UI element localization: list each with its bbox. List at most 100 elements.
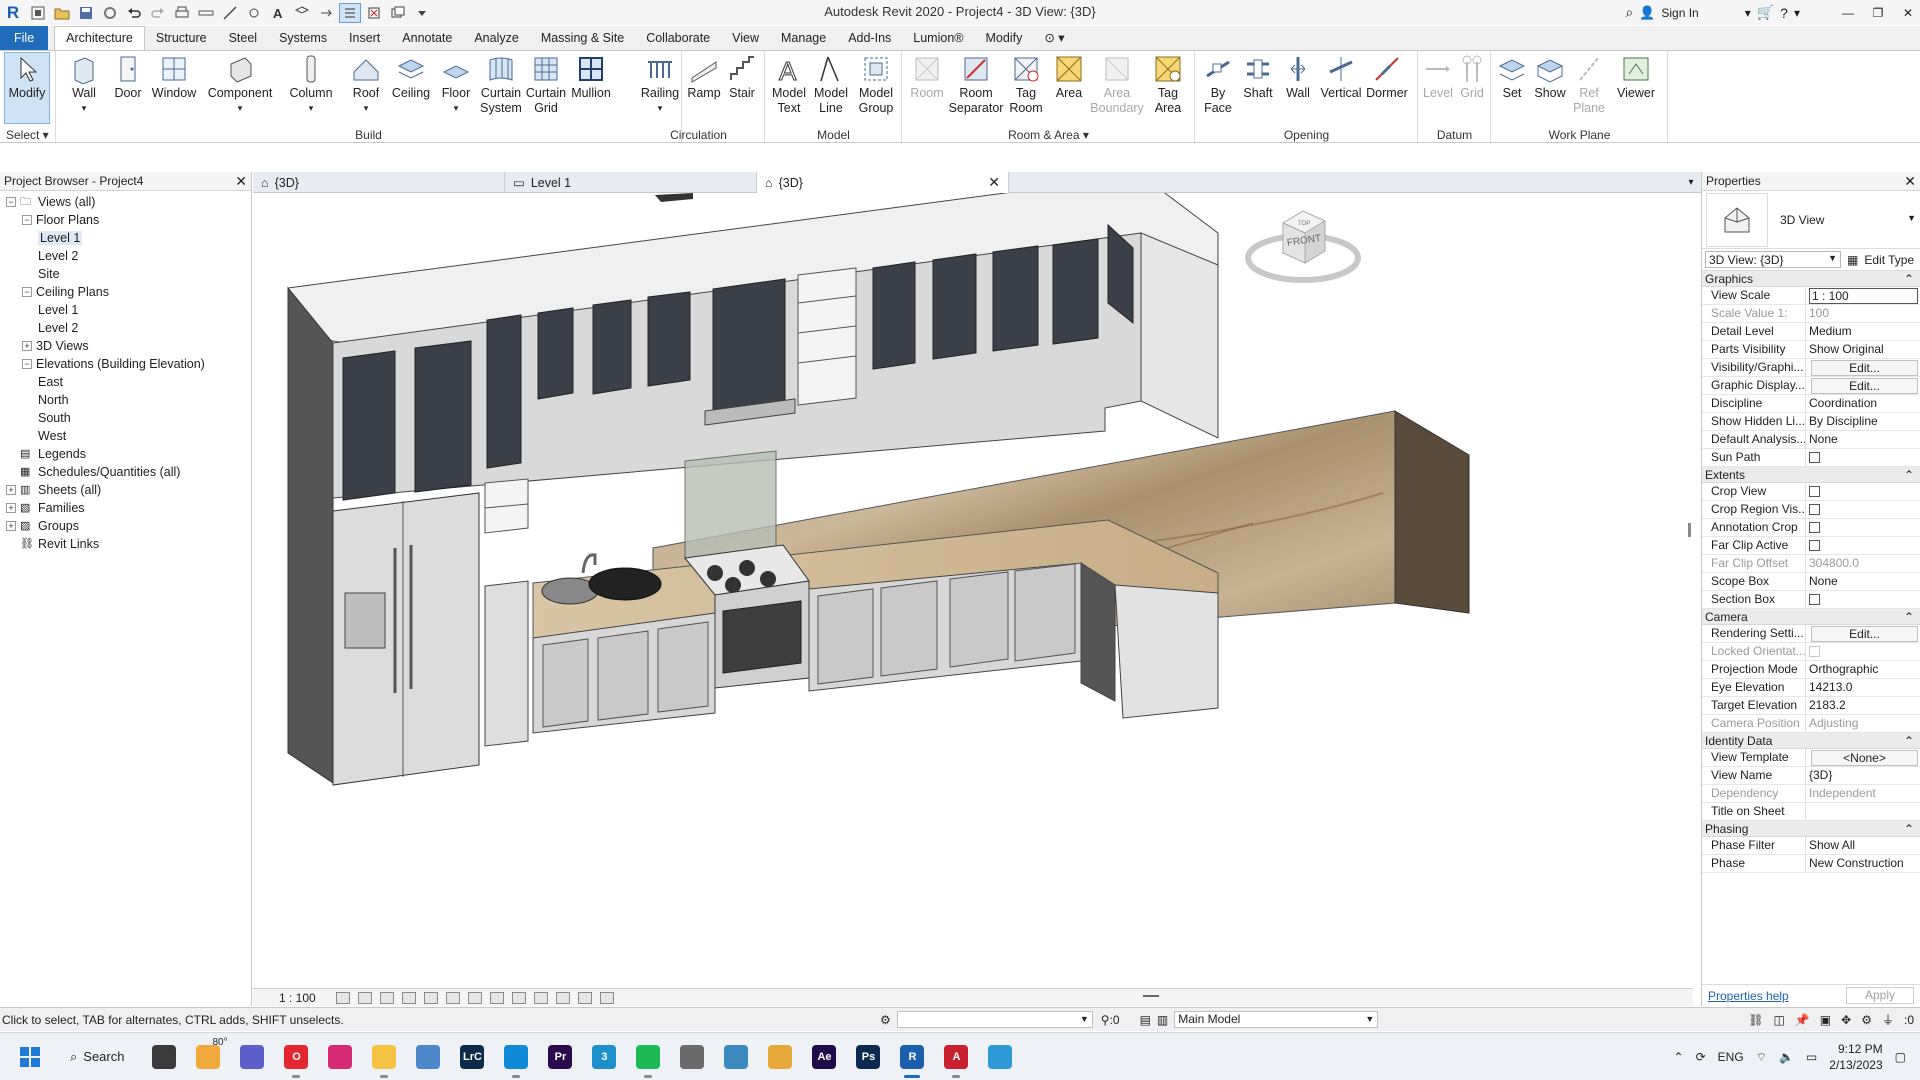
property-value[interactable]: None: [1806, 573, 1920, 590]
customize-qat-icon[interactable]: [411, 3, 433, 23]
room-separator-button[interactable]: Room Separator: [949, 53, 1003, 116]
ref-plane-button[interactable]: Ref Plane: [1570, 53, 1608, 116]
battery-icon[interactable]: ▭: [1806, 1050, 1817, 1064]
tag-area-button[interactable]: Tag Area: [1145, 53, 1191, 116]
property-checkbox[interactable]: [1809, 504, 1820, 515]
analytical-model-icon[interactable]: [555, 991, 570, 1004]
tab-lumion[interactable]: Lumion®: [902, 26, 974, 50]
select-links-icon[interactable]: ⛓: [1748, 1013, 1763, 1027]
grid-button[interactable]: Grid: [1455, 53, 1489, 101]
shadows-icon[interactable]: [401, 991, 416, 1004]
wifi-icon[interactable]: ⌔: [1756, 1050, 1767, 1065]
door-button[interactable]: Door: [108, 53, 148, 101]
user-icon[interactable]: 👤: [1639, 5, 1655, 21]
vertical-button[interactable]: Vertical: [1318, 53, 1364, 101]
volume-icon[interactable]: 🔈: [1779, 1050, 1794, 1064]
tree-item[interactable]: − Ceiling Plans: [0, 283, 251, 301]
property-value[interactable]: Show Original: [1806, 341, 1920, 358]
tab-annotate[interactable]: Annotate: [391, 26, 463, 50]
set-button[interactable]: Set: [1494, 53, 1530, 101]
tree-item[interactable]: +3D Views: [0, 337, 251, 355]
close-hidden-windows-icon[interactable]: [363, 3, 385, 23]
crop-view-icon[interactable]: [445, 991, 460, 1004]
viewer-button[interactable]: Viewer: [1608, 53, 1664, 101]
property-checkbox[interactable]: [1809, 540, 1820, 551]
after-effects-taskbar-icon[interactable]: Ae: [806, 1039, 842, 1075]
filter-icon[interactable]: ⚲: [1101, 1013, 1110, 1027]
temporary-hide-icon[interactable]: [511, 991, 526, 1004]
tab-massing-site[interactable]: Massing & Site: [530, 26, 635, 50]
app-a-taskbar-icon[interactable]: [674, 1039, 710, 1075]
revit-taskbar-icon[interactable]: R: [894, 1039, 930, 1078]
workset-dropdown[interactable]: ▼: [896, 1011, 1093, 1028]
view-scale-control[interactable]: 1 : 100: [279, 991, 316, 1005]
weather-taskbar-icon[interactable]: 80°: [190, 1037, 228, 1075]
save-icon[interactable]: [75, 3, 97, 23]
worksets-icon[interactable]: ⚙: [880, 1013, 891, 1027]
highlight-displacement-icon[interactable]: [577, 991, 592, 1004]
collapse-icon[interactable]: ⌃: [1904, 822, 1914, 836]
curtain-grid-button[interactable]: Curtain Grid: [524, 53, 568, 116]
rendering-icon[interactable]: [423, 991, 438, 1004]
app-3-taskbar-icon[interactable]: 3: [586, 1039, 622, 1075]
type-selector[interactable]: 3D View ▼: [1702, 191, 1920, 249]
tab-file[interactable]: File: [0, 26, 49, 50]
drag-on-selection-icon[interactable]: ✥: [1841, 1013, 1851, 1027]
tree-item[interactable]: Level 2: [0, 319, 251, 337]
expand-icon[interactable]: +: [6, 503, 16, 513]
undo-icon[interactable]: [123, 3, 145, 23]
chevron-down-icon[interactable]: ▾: [1745, 6, 1751, 20]
tab-overflow-icon[interactable]: ▾: [1681, 172, 1701, 192]
property-value[interactable]: {3D}: [1806, 767, 1920, 784]
property-value[interactable]: Coordination: [1806, 395, 1920, 412]
room-button[interactable]: Room: [905, 53, 949, 101]
by-face-button[interactable]: By Face: [1198, 53, 1238, 116]
collapse-icon[interactable]: −: [22, 215, 32, 225]
show-constraints-icon[interactable]: [599, 991, 614, 1004]
area-boundary-button[interactable]: Area Boundary: [1089, 53, 1145, 116]
home-icon[interactable]: [27, 3, 49, 23]
roof-button[interactable]: Roof ▾: [346, 53, 386, 116]
background-processes-icon[interactable]: ⚙: [1861, 1013, 1872, 1027]
expand-icon[interactable]: +: [6, 521, 16, 531]
teams-taskbar-icon[interactable]: [234, 1039, 270, 1075]
chevron-up-icon[interactable]: ⌃: [1674, 1050, 1684, 1064]
viewcube-top-face[interactable]: TOP: [1298, 221, 1310, 227]
edit-type-button[interactable]: Edit Type: [1864, 253, 1914, 267]
tree-item[interactable]: North: [0, 391, 251, 409]
instance-selector[interactable]: 3D View: {3D} ▼: [1705, 251, 1841, 268]
tree-item[interactable]: East: [0, 373, 251, 391]
tree-item[interactable]: − Floor Plans: [0, 211, 251, 229]
default-3d-view-icon[interactable]: [291, 3, 313, 23]
instagram-taskbar-icon[interactable]: [322, 1039, 358, 1075]
photos-taskbar-icon[interactable]: [410, 1039, 446, 1075]
collapse-icon[interactable]: −: [22, 359, 32, 369]
property-value[interactable]: Edit...: [1806, 377, 1920, 394]
property-value[interactable]: Medium: [1806, 323, 1920, 340]
property-value[interactable]: 14213.0: [1806, 679, 1920, 696]
close-icon[interactable]: ✕: [235, 173, 247, 190]
tree-item[interactable]: + ▥ Sheets (all): [0, 481, 251, 499]
help-icon[interactable]: ?: [1780, 5, 1788, 21]
close-tab-icon[interactable]: ✕: [988, 174, 1000, 191]
text-icon[interactable]: A: [267, 3, 289, 23]
window-button[interactable]: Window: [148, 53, 200, 101]
sync-icon[interactable]: [99, 3, 121, 23]
measure-icon[interactable]: [195, 3, 217, 23]
tree-item[interactable]: + ▧ Families: [0, 499, 251, 517]
railing-button[interactable]: Railing ▾: [637, 53, 683, 116]
tag-icon[interactable]: [243, 3, 265, 23]
expand-icon[interactable]: +: [22, 341, 32, 351]
reveal-hidden-icon[interactable]: [533, 991, 548, 1004]
floor-button[interactable]: Floor ▾: [436, 53, 476, 116]
tree-item[interactable]: ▤ Legends: [0, 445, 251, 463]
filter-funnel-icon[interactable]: ⏚: [1882, 1011, 1894, 1028]
opera-taskbar-icon[interactable]: O: [278, 1039, 314, 1078]
edge-taskbar-icon[interactable]: [498, 1039, 534, 1078]
cart-icon[interactable]: 🛒: [1757, 4, 1774, 21]
tab-steel[interactable]: Steel: [218, 26, 269, 50]
tab-architecture[interactable]: Architecture: [54, 26, 145, 50]
tree-item[interactable]: Level 2: [0, 247, 251, 265]
windows-start-icon[interactable]: [12, 1039, 48, 1075]
property-value[interactable]: <None>: [1806, 749, 1920, 766]
